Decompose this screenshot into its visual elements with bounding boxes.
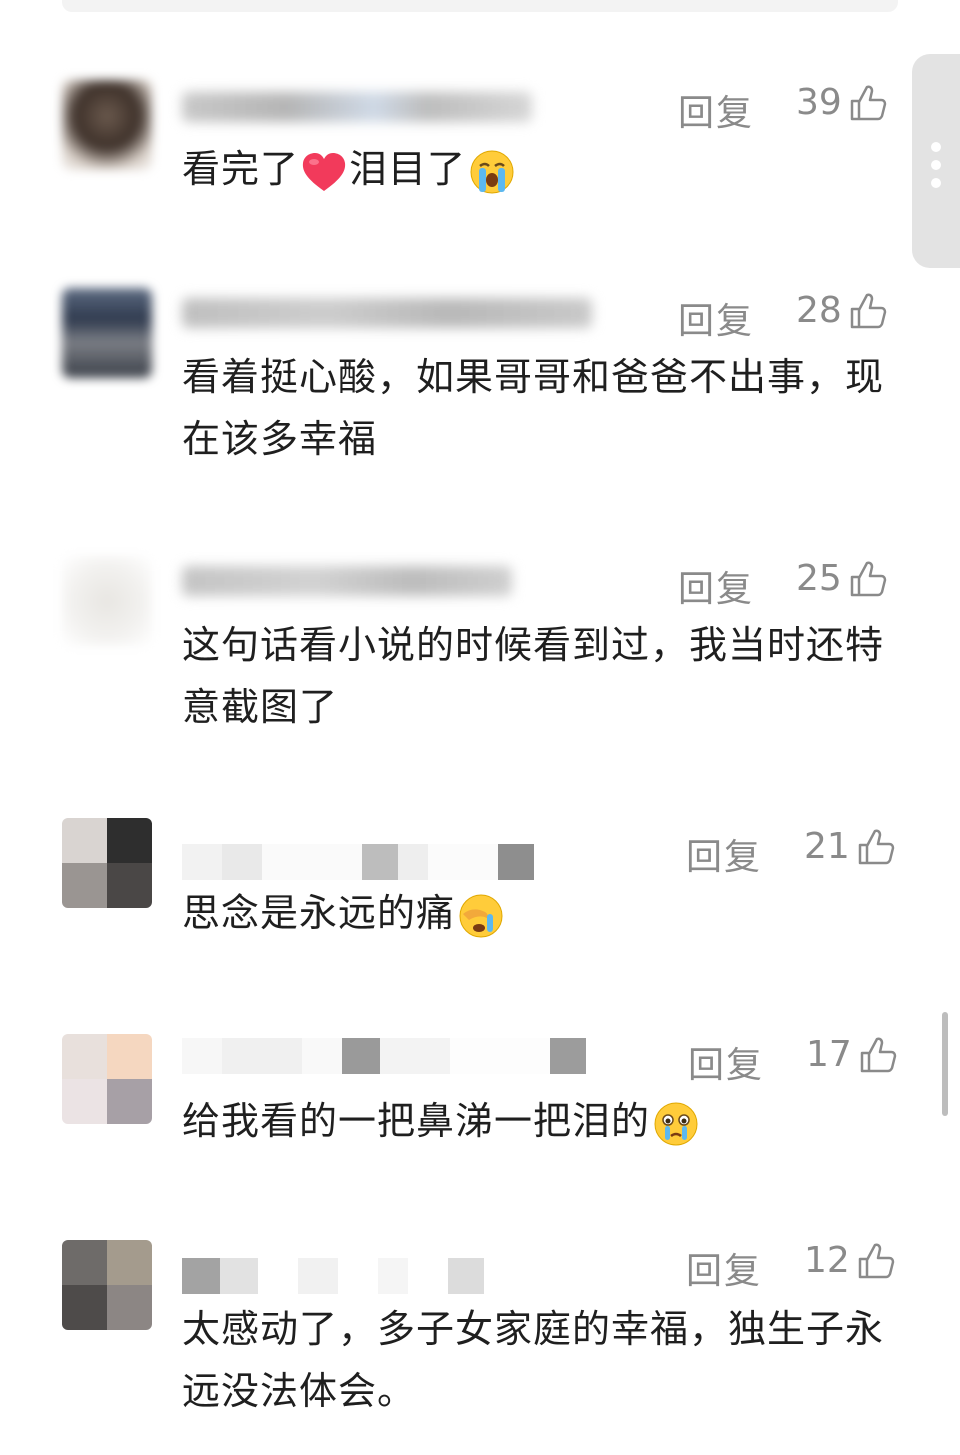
- thumbs-up-icon: [860, 1037, 897, 1072]
- thumbs-up-icon: [850, 293, 887, 328]
- avatar[interactable]: [62, 818, 152, 908]
- like-button[interactable]: 39: [796, 82, 888, 123]
- red-heart-emoji: [302, 152, 346, 191]
- like-count: 21: [804, 826, 850, 867]
- comment-text-part: 给我看的一把鼻涕一把泪的: [182, 1099, 651, 1143]
- crying-covering-face-emoji: [459, 894, 503, 937]
- tearful-face-emoji: [654, 1102, 698, 1145]
- avatar[interactable]: [62, 80, 152, 170]
- avatar[interactable]: [62, 556, 152, 646]
- like-button[interactable]: 21: [804, 826, 896, 867]
- thumbs-up-icon: [850, 85, 887, 120]
- username-mosaic[interactable]: [182, 1258, 484, 1298]
- more-dot-icon: [931, 142, 941, 152]
- username-mosaic[interactable]: [182, 1038, 586, 1078]
- reply-button[interactable]: 回复: [678, 292, 754, 344]
- like-button[interactable]: 12: [804, 1240, 896, 1281]
- thumbs-up-icon: [850, 561, 887, 596]
- username-blurred[interactable]: [182, 298, 592, 328]
- avatar[interactable]: [62, 1034, 152, 1124]
- reply-button[interactable]: 回复: [678, 560, 754, 612]
- avatar[interactable]: [62, 288, 152, 378]
- comment-text: 给我看的一把鼻涕一把泪的: [182, 1090, 902, 1152]
- comment-text-part: 泪目了: [349, 147, 467, 191]
- comment-text-part: 看完了: [182, 147, 300, 191]
- reply-button[interactable]: 回复: [688, 1036, 764, 1088]
- username-blurred[interactable]: [182, 92, 532, 122]
- scrollbar-thumb[interactable]: [942, 1012, 948, 1116]
- username-mosaic[interactable]: [182, 844, 534, 884]
- reply-button[interactable]: 回复: [686, 1242, 762, 1294]
- thumbs-up-icon: [858, 829, 895, 864]
- thumbs-up-icon: [858, 1243, 895, 1278]
- more-dot-icon: [931, 178, 941, 188]
- more-options-handle[interactable]: [912, 54, 960, 268]
- loudly-crying-emoji: [470, 150, 514, 193]
- comment-text: 这句话看小说的时候看到过，我当时还特意截图了: [182, 623, 885, 729]
- like-button[interactable]: 28: [796, 290, 888, 331]
- like-count: 12: [804, 1240, 850, 1281]
- comment-text: 看着挺心酸，如果哥哥和爸爸不出事，现在该多幸福: [182, 355, 885, 461]
- comment-text-part: 思念是永远的痛: [182, 891, 456, 935]
- comment-text: 太感动了，多子女家庭的幸福，独生子永远没法体会。: [182, 1307, 885, 1413]
- more-dot-icon: [931, 160, 941, 170]
- comment-text: 思念是永远的痛: [182, 882, 902, 944]
- username-blurred[interactable]: [182, 566, 512, 596]
- comment-text: 看完了 泪目了: [182, 138, 902, 200]
- avatar[interactable]: [62, 1240, 152, 1330]
- like-count: 17: [806, 1034, 852, 1075]
- like-count: 28: [796, 290, 842, 331]
- previous-card-edge: [62, 0, 898, 12]
- like-button[interactable]: 25: [796, 558, 888, 599]
- like-count: 25: [796, 558, 842, 599]
- reply-button[interactable]: 回复: [678, 84, 754, 136]
- like-button[interactable]: 17: [806, 1034, 898, 1075]
- like-count: 39: [796, 82, 842, 123]
- reply-button[interactable]: 回复: [686, 828, 762, 880]
